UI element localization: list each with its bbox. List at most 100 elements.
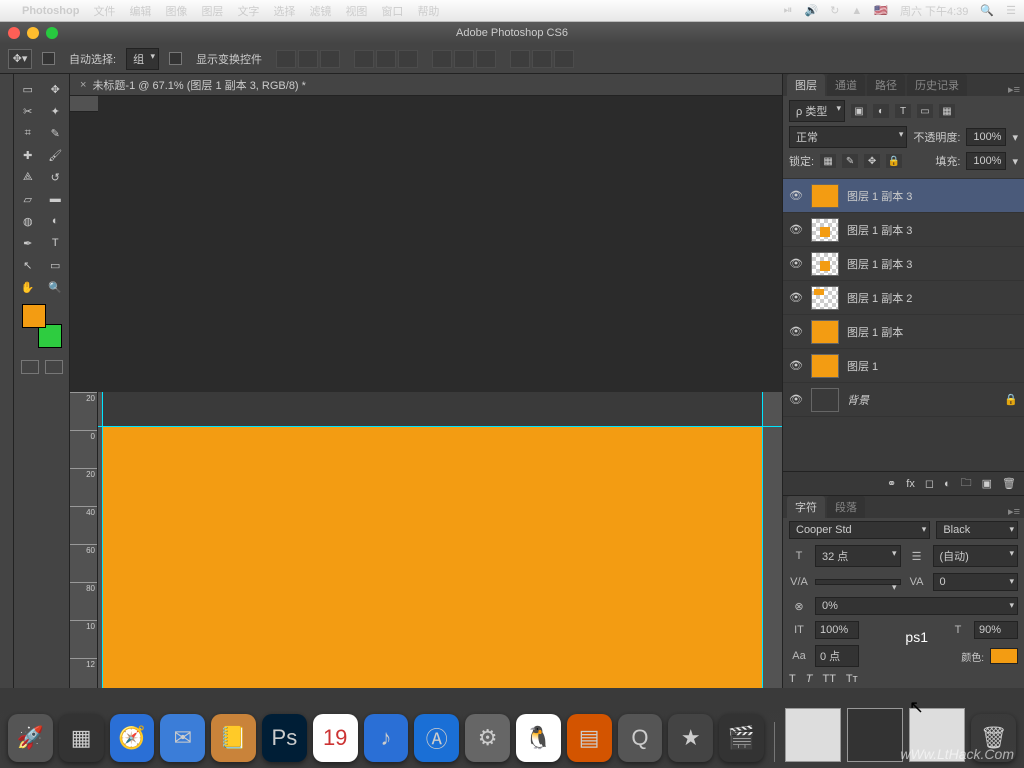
app-name[interactable]: Photoshop [22,5,79,17]
layer-fx-icon[interactable]: fx [906,478,915,490]
tool-indicator-move[interactable]: ✥▾ [8,49,32,69]
distribute-vcenter-icon[interactable] [454,50,474,68]
tab-paths[interactable]: 路径 [867,74,905,96]
auto-select-checkbox[interactable] [42,52,55,65]
layer-mask-icon[interactable]: ◻ [925,477,934,490]
dock-mail[interactable]: ✉ [160,714,205,762]
menu-edit[interactable]: 编辑 [129,3,151,19]
tab-channels[interactable]: 通道 [827,74,865,96]
layer-thumbnail[interactable] [811,218,839,242]
link-layers-icon[interactable]: ⚭ [887,477,896,490]
transform-checkbox[interactable] [169,52,182,65]
clock[interactable]: 周六 下午4:39 [900,3,968,19]
dock-safari[interactable]: 🧭 [110,714,155,762]
close-window[interactable] [8,27,20,39]
layer-thumbnail[interactable] [811,320,839,344]
align-right-icon[interactable] [398,50,418,68]
document-tab[interactable]: × 未标题-1 @ 67.1% (图层 1 副本 3, RGB/8) * [70,74,782,96]
guide-vertical[interactable] [102,392,103,688]
dodge-tool[interactable]: ◐ [42,210,70,232]
spotlight-icon[interactable]: 🔍 [980,4,994,17]
layer-visibility-icon[interactable]: 👁 [789,189,803,202]
marquee-tool[interactable]: ▭ [14,78,42,100]
menu-window[interactable]: 窗口 [381,3,403,19]
layer-row[interactable]: 👁 图层 1 [783,349,1024,383]
leading-dropdown[interactable]: (自动) [933,545,1019,567]
dock-contacts[interactable]: 📒 [211,714,256,762]
ruler-vertical[interactable]: 2002040608010121416182022242628 [70,392,98,688]
dock-calendar[interactable]: 19 [313,714,358,762]
layer-thumbnail[interactable] [811,286,839,310]
history-brush-tool[interactable]: ↺ [42,166,70,188]
brush-tool[interactable]: 🖌 [42,144,70,166]
layer-name[interactable]: 图层 1 [847,358,1018,374]
layer-name[interactable]: 背景 [847,392,996,408]
lasso-tool[interactable]: ✂ [14,100,42,122]
notification-icon[interactable]: ☰ [1006,4,1016,17]
layer-name[interactable]: 图层 1 副本 [847,324,1018,340]
align-left-icon[interactable] [354,50,374,68]
layer-row[interactable]: 👁背景🔒 [783,383,1024,417]
font-size-dropdown[interactable]: 32 点 [815,545,901,567]
font-family-dropdown[interactable]: Cooper Std [789,521,930,539]
fill-value[interactable]: 100% [966,152,1006,170]
foreground-color[interactable] [22,304,46,328]
path-tool[interactable]: ↖ [14,254,42,276]
panel-menu-icon[interactable]: ▸≡ [1008,83,1020,96]
menu-view[interactable]: 视图 [345,3,367,19]
lock-all-icon[interactable]: 🔒 [886,154,902,168]
lock-transparent-icon[interactable]: ▦ [820,154,836,168]
layer-visibility-icon[interactable]: 👁 [789,359,803,372]
stamp-tool[interactable]: ⟁ [14,166,42,188]
new-layer-icon[interactable]: ▣ [982,477,992,490]
quickmask-mode[interactable] [45,360,63,374]
align-hcenter-icon[interactable] [376,50,396,68]
distribute-left-icon[interactable] [510,50,530,68]
dock-keynote[interactable]: ▤ [567,714,612,762]
guide-horizontal[interactable] [98,426,782,427]
layer-name[interactable]: 图层 1 副本 2 [847,290,1018,306]
eraser-tool[interactable]: ▱ [14,188,42,210]
dock-imovie[interactable]: ★ [668,714,713,762]
dock-stack-document[interactable] [785,708,841,762]
crop-tool[interactable]: ⌗ [14,122,42,144]
hand-tool[interactable]: ✋ [14,276,42,298]
adjustment-layer-icon[interactable]: ◐ [944,478,951,490]
layer-visibility-icon[interactable]: 👁 [789,257,803,270]
filter-smart-icon[interactable]: ▦ [939,104,955,118]
dock-photoshop[interactable]: Ps [262,714,307,762]
baseline-value[interactable]: 0 点 [815,645,859,667]
collapsed-panel-strip[interactable] [0,74,14,688]
layer-row[interactable]: 👁图层 1 副本 3 [783,179,1024,213]
move-tool[interactable]: ✥ [42,78,70,100]
text-color-swatch[interactable] [990,648,1018,664]
tab-paragraph[interactable]: 段落 [827,496,865,518]
menu-help[interactable]: 帮助 [417,3,439,19]
lock-position-icon[interactable]: ✥ [864,154,880,168]
layer-visibility-icon[interactable]: 👁 [789,325,803,338]
menu-type[interactable]: 文字 [237,3,259,19]
volume-icon[interactable]: 🔊 [804,4,818,17]
hscale-value[interactable]: 90% [974,621,1018,639]
smallcaps-icon[interactable]: Tᴛ [846,673,858,685]
gradient-tool[interactable]: ▬ [42,188,70,210]
layer-thumbnail[interactable] [811,184,839,208]
layer-visibility-icon[interactable]: 👁 [789,291,803,304]
align-top-icon[interactable] [276,50,296,68]
menu-select[interactable]: 选择 [273,3,295,19]
blend-mode-dropdown[interactable]: 正常 [789,126,907,148]
kerning-dropdown[interactable] [815,579,901,585]
layer-row[interactable]: 👁图层 1 副本 3 [783,247,1024,281]
camera-icon[interactable]: ⏯ [784,4,793,17]
minimize-window[interactable] [27,27,39,39]
distribute-hcenter-icon[interactable] [532,50,552,68]
distribute-right-icon[interactable] [554,50,574,68]
allcaps-icon[interactable]: TT [822,673,835,685]
dock-quicktime[interactable]: Q [618,714,663,762]
distribute-top-icon[interactable] [432,50,452,68]
dock-missioncontrol[interactable]: ▦ [59,714,104,762]
standard-mode[interactable] [21,360,39,374]
layer-filter-dropdown[interactable]: ρ 类型 [789,100,845,122]
tab-history[interactable]: 历史记录 [907,74,967,96]
healing-tool[interactable]: ✚ [14,144,42,166]
